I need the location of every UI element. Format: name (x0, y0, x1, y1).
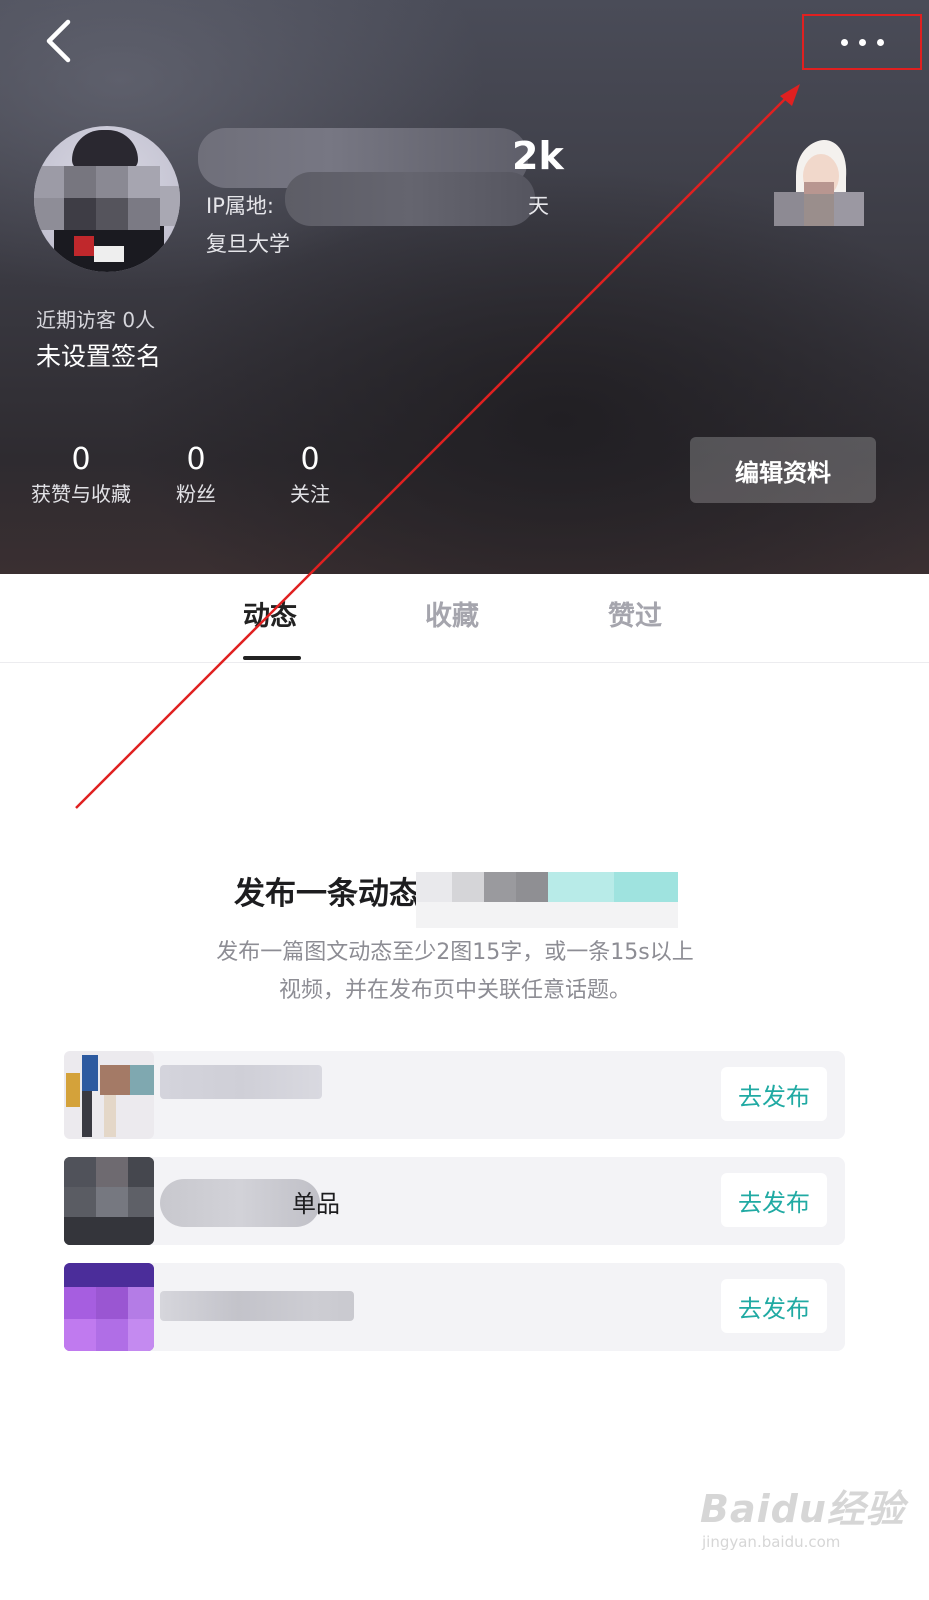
more-dots-icon (840, 38, 848, 46)
stat-likes-label: 获赞与收藏 (31, 482, 131, 506)
username-suffix: 2k (512, 134, 564, 178)
publish-description-line1: 发布一篇图文动态至少2图15字，或一条15s以上 (216, 940, 694, 965)
publish-description: 发布一篇图文动态至少2图15字，或一条15s以上 视频，并在发布页中关联任意话题… (160, 934, 750, 1010)
watermark-sub: jingyan.baidu.com (702, 1533, 841, 1551)
stat-followers-value: 0 (186, 442, 206, 477)
ip-redacted (285, 172, 535, 226)
stat-following-label: 关注 (290, 482, 330, 506)
ip-location-label: IP属地: (206, 194, 274, 218)
publish-description-line2: 视频，并在发布页中关联任意话题。 (278, 978, 631, 1003)
stat-following[interactable]: 0 关注 (274, 440, 346, 508)
more-options-button[interactable] (802, 14, 922, 70)
back-button[interactable] (40, 18, 84, 64)
edit-profile-button[interactable]: 编辑资料 (690, 437, 876, 503)
publish-task-card[interactable]: 去发布 (64, 1263, 845, 1351)
tab-posts[interactable]: 动态 (243, 594, 297, 633)
go-publish-button[interactable]: 去发布 (721, 1173, 827, 1227)
profile-header: 2k IP属地: 天 复旦大学 近期访客 0人 未设置签名 0 获赞与收藏 0 … (0, 0, 929, 574)
task-label-redacted (160, 1065, 322, 1099)
publish-task-card[interactable]: 去发布 (64, 1051, 845, 1139)
stat-followers-label: 粉丝 (176, 482, 216, 506)
stat-likes[interactable]: 0 获赞与收藏 (24, 440, 138, 508)
go-publish-button[interactable]: 去发布 (721, 1067, 827, 1121)
mosaic-tile (160, 186, 180, 226)
mosaic-tile (64, 166, 96, 198)
mosaic-tile (128, 198, 160, 230)
publish-task-card[interactable]: 单品 去发布 (64, 1157, 845, 1245)
stat-likes-value: 0 (71, 442, 91, 477)
character-avatar-icon (774, 140, 864, 226)
task-label-redacted (160, 1291, 354, 1321)
recent-visitors[interactable]: 近期访客 0人 (36, 304, 155, 333)
tab-collections[interactable]: 收藏 (425, 594, 479, 633)
ip-location-suffix: 天 (528, 194, 549, 218)
stat-followers[interactable]: 0 粉丝 (160, 440, 232, 508)
mosaic-tile (64, 198, 96, 230)
mosaic-tile (34, 166, 64, 198)
mosaic-tile (128, 166, 160, 198)
watermark-main: Baidu经验 (700, 1487, 905, 1531)
avatar-detail (94, 246, 124, 262)
chevron-left-icon (46, 19, 71, 63)
profile-tabs: 动态 收藏 赞过 (0, 574, 929, 663)
mosaic-tile (34, 198, 64, 230)
school-label: 复旦大学 (206, 232, 290, 256)
watermark: Baidu经验 jingyan.baidu.com (700, 1478, 905, 1551)
stat-following-value: 0 (300, 442, 320, 477)
task-thumbnail (64, 1051, 154, 1139)
task-label: 单品 (292, 1190, 340, 1218)
active-tab-indicator (243, 656, 301, 660)
mosaic-tile (96, 166, 128, 198)
go-publish-button[interactable]: 去发布 (721, 1279, 827, 1333)
more-dot (858, 38, 866, 46)
mosaic-tile (96, 198, 128, 230)
more-dot (876, 38, 884, 46)
task-thumbnail (64, 1157, 154, 1245)
avatar-figure (72, 130, 138, 170)
publish-title-redacted (416, 870, 678, 928)
tab-liked[interactable]: 赞过 (608, 594, 662, 633)
signature[interactable]: 未设置签名 (36, 337, 161, 373)
outfit-avatar[interactable] (768, 132, 868, 232)
avatar[interactable] (34, 126, 180, 272)
avatar-detail (74, 236, 94, 256)
task-thumbnail (64, 1263, 154, 1351)
publish-title: 发布一条动态 (234, 876, 420, 912)
